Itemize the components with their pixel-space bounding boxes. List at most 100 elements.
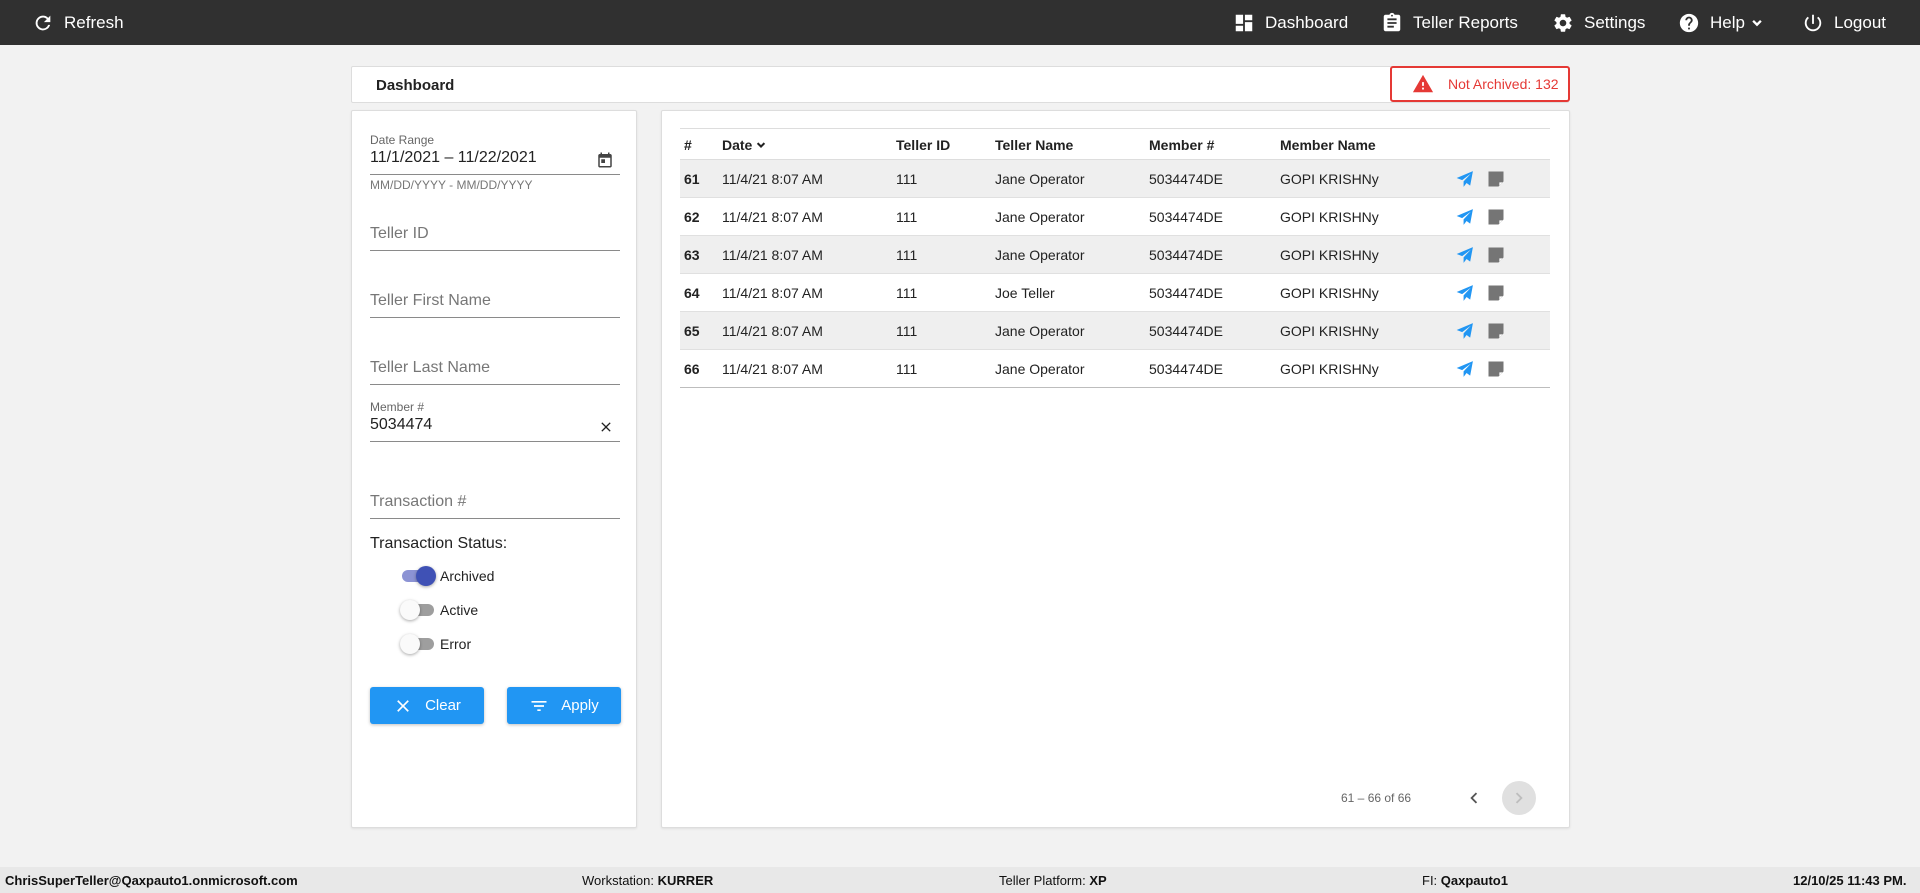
apply-button[interactable]: Apply [507,687,621,724]
table-row[interactable]: 64 11/4/21 8:07 AM 111 Joe Teller 503447… [680,274,1550,312]
cell-teller-id: 111 [896,209,918,225]
cell-teller-id: 111 [896,285,918,301]
table-row[interactable]: 63 11/4/21 8:07 AM 111 Jane Operator 503… [680,236,1550,274]
apply-label: Apply [561,697,599,714]
note-icon[interactable] [1486,169,1506,189]
note-icon[interactable] [1486,207,1506,227]
cell-teller-id: 111 [896,171,918,187]
status-toggle-active[interactable]: Active [400,599,478,621]
refresh-icon [35,15,51,30]
not-archived-alert[interactable]: Not Archived: 132 [1390,66,1570,102]
column-header-teller-name[interactable]: Teller Name [995,137,1073,153]
note-icon[interactable] [1486,321,1506,341]
clear-label: Clear [425,697,461,714]
top-navigation-bar: Refresh Dashboard Teller Reports Setting… [0,0,1920,45]
cell-date: 11/4/21 8:07 AM [722,323,823,339]
dashboard-header: Dashboard [351,66,1569,103]
note-icon[interactable] [1486,359,1506,379]
transactions-panel: # Date Teller ID Teller Name Member # Me… [661,110,1570,828]
column-header-number[interactable]: # [684,137,692,153]
nav-dashboard[interactable]: Dashboard [1233,0,1348,45]
send-icon[interactable] [1455,245,1475,265]
cell-member-name: GOPI KRISHNy [1280,285,1379,301]
error-switch[interactable] [400,633,436,655]
next-page-button[interactable] [1502,781,1536,815]
teller-platform-label: Teller Platform: [999,873,1086,888]
note-icon[interactable] [1486,283,1506,303]
cell-teller-id: 111 [896,361,918,377]
cell-date: 11/4/21 8:07 AM [722,285,823,301]
nav-dashboard-label: Dashboard [1265,12,1349,32]
table-row[interactable]: 61 11/4/21 8:07 AM 111 Jane Operator 503… [680,160,1550,198]
fi-value: Qaxpauto1 [1440,873,1508,888]
close-icon [397,699,409,712]
cell-date: 11/4/21 8:07 AM [722,209,823,225]
date-range-label: Date Range [370,133,435,147]
date-range-value: 11/1/2021 – 11/22/2021 [370,149,537,166]
not-archived-count: Not Archived: 132 [1448,76,1559,92]
column-header-member-name[interactable]: Member Name [1280,137,1376,153]
column-header-member-number[interactable]: Member # [1149,137,1214,153]
active-switch[interactable] [400,599,436,621]
member-number-field[interactable]: Member # 5034474 [370,400,620,442]
column-header-date[interactable]: Date [722,137,768,153]
cell-teller-name: Jane Operator [995,171,1085,187]
dashboard-icon [1235,14,1253,31]
cell-member-number: 5034474DE [1149,323,1223,339]
cell-member-number: 5034474DE [1149,285,1223,301]
logout-button[interactable]: Logout [1802,0,1886,45]
send-icon[interactable] [1455,321,1475,341]
send-icon[interactable] [1455,207,1475,227]
chevron-down-icon [1752,19,1762,26]
transaction-status-label: Transaction Status: [370,535,508,552]
nav-help[interactable]: Help [1678,0,1765,45]
previous-page-button[interactable] [1459,783,1489,813]
note-icon[interactable] [1486,245,1506,265]
clear-button[interactable]: Clear [370,687,484,724]
cell-teller-id: 111 [896,323,918,339]
nav-settings-label: Settings [1584,12,1646,32]
table-row[interactable]: 62 11/4/21 8:07 AM 111 Jane Operator 503… [680,198,1550,236]
teller-last-name-field[interactable]: Teller Last Name [370,349,620,385]
teller-platform-value: XP [1089,873,1107,888]
cell-teller-name: Jane Operator [995,209,1085,225]
cell-member-number: 5034474DE [1149,209,1223,225]
send-icon[interactable] [1455,169,1475,189]
workstation-value: KURRER [657,873,714,888]
member-number-label: Member # [370,400,425,414]
clipboard-icon [1383,12,1401,31]
archived-switch[interactable] [400,565,436,587]
cell-teller-id: 111 [896,247,918,263]
date-range-field[interactable]: Date Range 11/1/2021 – 11/22/2021 [370,133,620,175]
transaction-number-field[interactable]: Transaction # [370,483,620,519]
table-row[interactable]: 66 11/4/21 8:07 AM 111 Jane Operator 503… [680,350,1550,388]
cell-number: 66 [684,361,700,377]
cell-number: 61 [684,171,700,187]
teller-first-name-field[interactable]: Teller First Name [370,282,620,318]
nav-teller-reports-label: Teller Reports [1413,12,1518,32]
teller-id-placeholder: Teller ID [370,225,429,242]
refresh-label: Refresh [64,12,124,32]
column-header-teller-id[interactable]: Teller ID [896,137,950,153]
column-header-date-label: Date [722,137,753,153]
send-icon[interactable] [1455,359,1475,379]
power-icon [1804,14,1822,31]
calendar-icon[interactable] [596,151,614,169]
teller-id-field[interactable]: Teller ID [370,215,620,251]
nav-teller-reports[interactable]: Teller Reports [1381,0,1518,45]
cell-member-name: GOPI KRISHNy [1280,323,1379,339]
teller-platform-info: Teller Platform: XP [999,873,1107,888]
logout-label: Logout [1834,12,1886,32]
cell-date: 11/4/21 8:07 AM [722,361,823,377]
nav-settings[interactable]: Settings [1552,0,1645,45]
status-footer: ChrisSuperTeller@Qaxpauto1.onmicrosoft.c… [0,867,1920,893]
close-icon[interactable] [598,419,614,435]
status-toggle-archived[interactable]: Archived [400,565,494,587]
table-header: # Date Teller ID Teller Name Member # Me… [680,128,1550,160]
cell-member-number: 5034474DE [1149,171,1223,187]
cell-number: 62 [684,209,700,225]
status-toggle-error[interactable]: Error [400,633,471,655]
refresh-button[interactable]: Refresh [32,0,124,45]
send-icon[interactable] [1455,283,1475,303]
table-row[interactable]: 65 11/4/21 8:07 AM 111 Jane Operator 503… [680,312,1550,350]
